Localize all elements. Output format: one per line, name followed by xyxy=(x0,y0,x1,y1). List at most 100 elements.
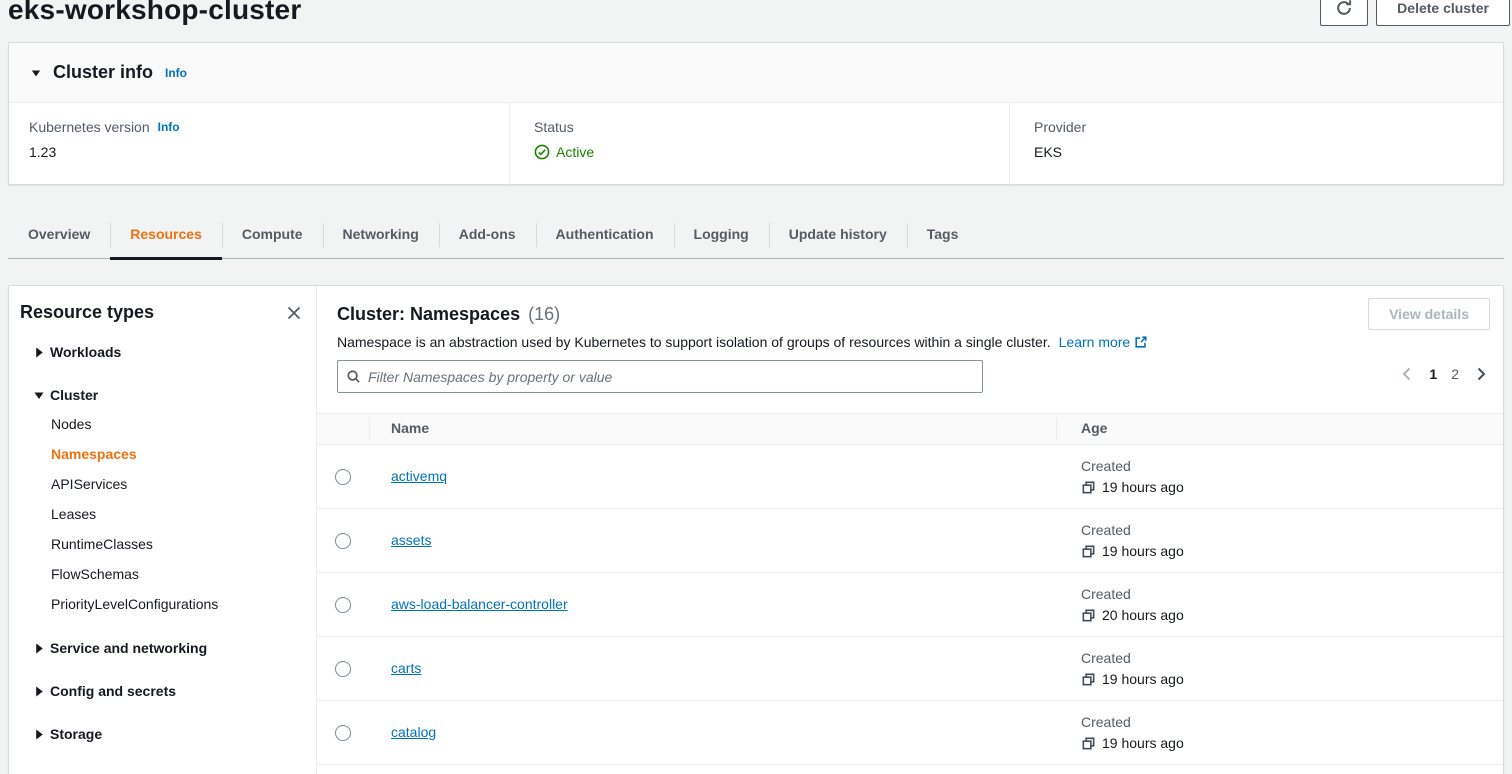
namespaces-panel: Cluster: Namespaces (16) View details Na… xyxy=(317,286,1503,774)
chevron-right-icon xyxy=(1473,366,1489,382)
refresh-button[interactable] xyxy=(1320,0,1368,26)
sidebar-group-cluster[interactable]: Cluster xyxy=(20,381,304,409)
copy-icon[interactable] xyxy=(1081,672,1096,687)
age-value: 20 hours ago xyxy=(1102,607,1184,623)
namespaces-table: Name Age activemq Created xyxy=(317,413,1503,765)
sidebar-group-service-and-networking[interactable]: Service and networking xyxy=(20,634,304,662)
namespace-link[interactable]: aws-load-balancer-controller xyxy=(391,596,568,612)
page-number-1[interactable]: 1 xyxy=(1429,366,1437,382)
tab-add-ons[interactable]: Add-ons xyxy=(439,211,536,258)
row-radio-button[interactable] xyxy=(335,533,351,549)
namespace-link[interactable]: carts xyxy=(391,660,421,676)
provider-value: EKS xyxy=(1034,144,1503,160)
field-kubernetes-version: Kubernetes version Info 1.23 xyxy=(9,103,509,185)
cluster-tabs: Overview Resources Compute Networking Ad… xyxy=(8,211,1504,259)
sidebar-group-storage[interactable]: Storage xyxy=(20,720,304,748)
resource-types-title: Resource types xyxy=(20,302,154,323)
page-number-2[interactable]: 2 xyxy=(1451,366,1459,382)
status-value: Active xyxy=(556,144,594,160)
pagination: 1 2 xyxy=(1399,366,1489,382)
cluster-info-body: Kubernetes version Info 1.23 Status xyxy=(9,103,1503,185)
table-row: catalog Created 19 hours ago xyxy=(317,701,1503,765)
table-row: activemq Created 19 hours ago xyxy=(317,445,1503,509)
field-provider: Provider EKS xyxy=(1009,103,1503,185)
namespace-link[interactable]: catalog xyxy=(391,724,436,740)
tab-authentication[interactable]: Authentication xyxy=(536,211,674,258)
kubernetes-version-value: 1.23 xyxy=(29,144,509,160)
namespace-link[interactable]: activemq xyxy=(391,468,447,484)
field-status: Status Active xyxy=(509,103,1009,185)
caret-right-icon xyxy=(34,686,44,697)
tab-logging[interactable]: Logging xyxy=(674,211,769,258)
age-value: 19 hours ago xyxy=(1102,735,1184,751)
chevron-left-icon xyxy=(1399,366,1415,382)
page-title: eks-workshop-cluster xyxy=(8,0,301,26)
panel-title: Cluster: Namespaces xyxy=(337,304,520,325)
close-sidebar-button[interactable] xyxy=(284,303,304,323)
kubernetes-version-label: Kubernetes version xyxy=(29,119,150,135)
caret-down-icon xyxy=(34,391,44,400)
caret-right-icon xyxy=(34,347,44,358)
status-label: Status xyxy=(534,119,574,135)
tab-resources[interactable]: Resources xyxy=(110,211,222,258)
sidebar-group-config-and-secrets[interactable]: Config and secrets xyxy=(20,677,304,705)
copy-icon[interactable] xyxy=(1081,608,1096,623)
tab-networking[interactable]: Networking xyxy=(323,211,439,258)
created-label: Created xyxy=(1081,714,1503,730)
row-radio-button[interactable] xyxy=(335,661,351,677)
copy-icon[interactable] xyxy=(1081,480,1096,495)
table-row: assets Created 19 hours ago xyxy=(317,509,1503,573)
delete-cluster-button[interactable]: Delete cluster xyxy=(1376,0,1510,26)
tab-update-history[interactable]: Update history xyxy=(769,211,907,258)
sidebar-group-workloads[interactable]: Workloads xyxy=(20,338,304,366)
sidebar-item-namespaces[interactable]: Namespaces xyxy=(51,439,304,469)
status-check-icon xyxy=(534,144,550,160)
created-label: Created xyxy=(1081,586,1503,602)
collapse-caret-down-icon[interactable] xyxy=(31,68,41,78)
tab-compute[interactable]: Compute xyxy=(222,211,323,258)
filter-box xyxy=(337,360,983,393)
header-actions: Delete cluster xyxy=(1320,0,1510,26)
sidebar-item-leases[interactable]: Leases xyxy=(51,499,304,529)
column-header-age: Age xyxy=(1081,420,1107,436)
cluster-info-title: Cluster info xyxy=(53,62,153,83)
row-radio-button[interactable] xyxy=(335,725,351,741)
caret-right-icon xyxy=(34,729,44,740)
cluster-info-info-link[interactable]: Info xyxy=(165,66,187,80)
filter-namespaces-input[interactable] xyxy=(368,369,974,385)
close-icon xyxy=(286,305,302,321)
namespace-link[interactable]: assets xyxy=(391,532,431,548)
resources-card: Resource types Workloads Cluster xyxy=(8,285,1504,774)
resource-types-sidebar: Resource types Workloads Cluster xyxy=(9,286,317,774)
table-header-row: Name Age xyxy=(317,413,1503,445)
panel-count: (16) xyxy=(528,304,560,325)
panel-description: Namespace is an abstraction used by Kube… xyxy=(337,334,1051,350)
status-badge: Active xyxy=(534,144,1009,160)
kubernetes-version-info-link[interactable]: Info xyxy=(158,120,180,134)
row-radio-button[interactable] xyxy=(335,597,351,613)
row-radio-button[interactable] xyxy=(335,469,351,485)
search-icon xyxy=(346,369,361,384)
copy-icon[interactable] xyxy=(1081,736,1096,751)
view-details-button[interactable]: View details xyxy=(1368,298,1490,330)
sidebar-item-prioritylevelconfigurations[interactable]: PriorityLevelConfigurations xyxy=(51,589,304,619)
refresh-icon xyxy=(1335,0,1353,17)
next-page-button[interactable] xyxy=(1473,366,1489,382)
sidebar-item-apiservices[interactable]: APIServices xyxy=(51,469,304,499)
cluster-group-items: Nodes Namespaces APIServices Leases Runt… xyxy=(20,409,304,619)
cluster-info-card: Cluster info Info Kubernetes version Inf… xyxy=(8,42,1504,185)
page-header: eks-workshop-cluster Delete cluster xyxy=(0,0,1512,42)
tab-overview[interactable]: Overview xyxy=(8,211,110,258)
previous-page-button[interactable] xyxy=(1399,366,1415,382)
sidebar-item-flowschemas[interactable]: FlowSchemas xyxy=(51,559,304,589)
copy-icon[interactable] xyxy=(1081,544,1096,559)
sidebar-item-runtimeclasses[interactable]: RuntimeClasses xyxy=(51,529,304,559)
tab-tags[interactable]: Tags xyxy=(907,211,979,258)
caret-right-icon xyxy=(34,643,44,654)
cluster-info-header[interactable]: Cluster info Info xyxy=(9,43,1503,103)
sidebar-item-nodes[interactable]: Nodes xyxy=(51,409,304,439)
learn-more-link[interactable]: Learn more xyxy=(1059,334,1149,350)
created-label: Created xyxy=(1081,522,1503,538)
age-value: 19 hours ago xyxy=(1102,479,1184,495)
eks-cluster-page: eks-workshop-cluster Delete cluster Clus… xyxy=(0,0,1512,774)
